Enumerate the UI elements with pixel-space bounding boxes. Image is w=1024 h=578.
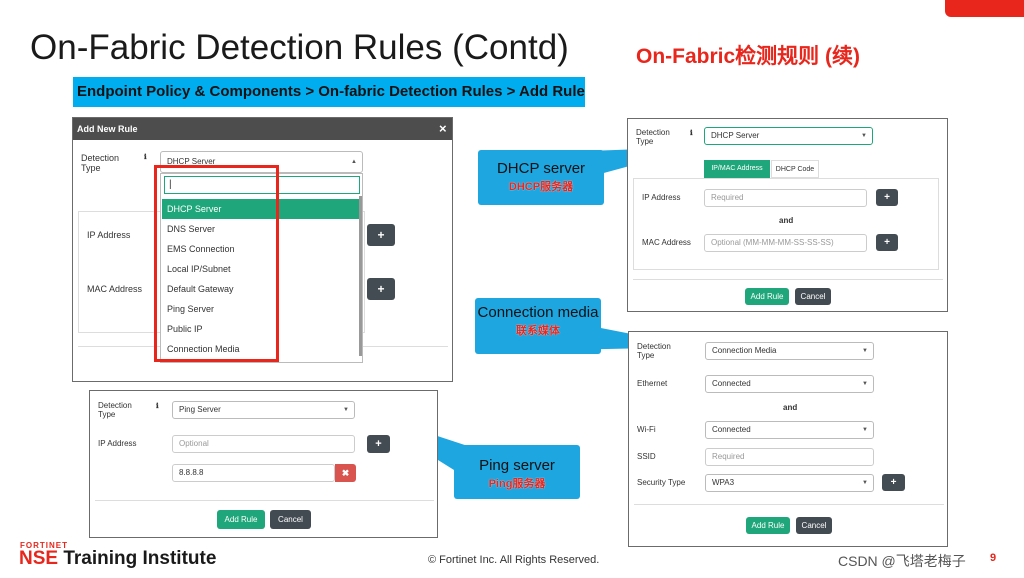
- close-icon[interactable]: ×: [439, 121, 447, 136]
- security-type-select[interactable]: WPA3 ▼: [705, 474, 874, 492]
- mac-address-label: MAC Address: [87, 284, 143, 294]
- chevron-down-icon: ▼: [861, 133, 867, 139]
- training-institute-text: Training Institute: [63, 548, 217, 569]
- detection-type-value: DHCP Server: [711, 131, 760, 140]
- chevron-down-icon: ▼: [862, 348, 868, 354]
- ip-address-input[interactable]: Optional: [172, 435, 355, 453]
- dhcp-callout-text: DHCP server: [496, 160, 586, 177]
- mac-address-label: MAC Address: [642, 238, 691, 247]
- detection-type-label: Detection Type: [637, 342, 671, 360]
- chevron-down-icon: ▼: [862, 381, 868, 387]
- ping-callout: Ping server Ping服务器: [454, 445, 580, 499]
- ip-entry-field[interactable]: 8.8.8.8: [172, 464, 335, 482]
- ping-callout-cn: Ping服务器: [488, 478, 546, 490]
- connection-media-panel: Detection Type Connection Media ▼ Ethern…: [628, 331, 948, 547]
- detection-type-select[interactable]: Connection Media ▼: [705, 342, 874, 360]
- add-ip-button[interactable]: +: [367, 224, 395, 246]
- add-rule-button[interactable]: Add Rule: [217, 510, 265, 529]
- info-icon: ℹ: [690, 130, 693, 137]
- detection-type-select[interactable]: Ping Server ▼: [172, 401, 355, 419]
- panel-divider: [633, 279, 943, 280]
- info-icon: ℹ: [144, 154, 147, 161]
- chevron-down-icon: ▼: [862, 427, 868, 433]
- detection-type-select[interactable]: DHCP Server ▼: [704, 127, 873, 145]
- dialog-title: Add New Rule: [77, 124, 138, 134]
- ip-address-input[interactable]: Required: [704, 189, 867, 207]
- chevron-down-icon: ▼: [862, 480, 868, 486]
- wifi-value: Connected: [712, 425, 751, 434]
- watermark: CSDN @飞塔老梅子: [838, 553, 966, 569]
- cancel-button[interactable]: Cancel: [270, 510, 311, 529]
- ping-callout-text: Ping server: [479, 457, 555, 474]
- conn-callout-cn: 联系媒体: [516, 325, 560, 337]
- tab-dhcp-code[interactable]: DHCP Code: [771, 160, 819, 178]
- chevron-down-icon: ▼: [343, 407, 349, 413]
- dhcp-callout: DHCP server DHCP服务器: [478, 150, 604, 205]
- ethernet-value: Connected: [712, 379, 751, 388]
- info-icon: ℹ: [156, 403, 159, 410]
- remove-ip-button[interactable]: ✖: [335, 464, 356, 482]
- security-type-label: Security Type: [637, 478, 686, 487]
- cancel-button[interactable]: Cancel: [795, 288, 831, 305]
- conn-callout-text: Connection media: [477, 304, 599, 321]
- detection-type-value: Ping Server: [179, 405, 221, 414]
- dhcp-rule-panel: Detection Type ℹ DHCP Server ▼ IP/MAC Ad…: [627, 118, 948, 312]
- add-rule-button[interactable]: Add Rule: [746, 517, 790, 534]
- ping-rule-panel: Detection Type ℹ Ping Server ▼ IP Addres…: [89, 390, 438, 538]
- connection-media-callout: Connection media 联系媒体: [475, 298, 601, 354]
- ip-address-label: IP Address: [642, 193, 681, 202]
- detection-type-label: Detection Type: [636, 128, 670, 146]
- dhcp-callout-cn: DHCP服务器: [508, 181, 574, 193]
- panel-divider: [95, 500, 434, 501]
- add-mac-button[interactable]: +: [367, 278, 395, 300]
- tab-ip-mac-address[interactable]: IP/MAC Address: [704, 160, 770, 178]
- copyright: © Fortinet Inc. All Rights Reserved.: [428, 554, 600, 566]
- add-security-type-button[interactable]: +: [882, 474, 905, 491]
- and-label: and: [779, 216, 794, 225]
- cancel-button[interactable]: Cancel: [796, 517, 832, 534]
- detection-type-label: Detection Type: [81, 153, 120, 173]
- add-rule-button[interactable]: Add Rule: [745, 288, 789, 305]
- wifi-label: Wi-Fi: [637, 425, 656, 434]
- detection-type-value: Connection Media: [712, 346, 777, 355]
- add-rule-dialog: Add New Rule × Detection Type ℹ DHCP Ser…: [72, 117, 453, 382]
- nse-training-logo: NSE Training Institute: [19, 548, 216, 570]
- panel-divider: [634, 504, 944, 505]
- ethernet-select[interactable]: Connected ▼: [705, 375, 874, 393]
- wifi-select[interactable]: Connected ▼: [705, 421, 874, 439]
- chevron-up-icon: ▲: [351, 159, 357, 165]
- add-ip-button[interactable]: +: [367, 435, 390, 453]
- page-number: 9: [990, 552, 997, 564]
- add-mac-button[interactable]: +: [876, 234, 898, 251]
- ip-address-label: IP Address: [87, 230, 131, 240]
- detection-type-label: Detection Type: [98, 401, 132, 419]
- mac-address-input[interactable]: Optional (MM-MM-MM-SS-SS-SS): [704, 234, 867, 252]
- ssid-input[interactable]: Required: [705, 448, 874, 466]
- ethernet-label: Ethernet: [637, 379, 668, 388]
- ssid-label: SSID: [637, 452, 656, 461]
- security-type-value: WPA3: [712, 478, 735, 487]
- ip-address-label: IP Address: [98, 439, 137, 448]
- highlight-box: [154, 165, 279, 362]
- dropdown-scrollbar[interactable]: [359, 196, 362, 356]
- add-ip-button[interactable]: +: [876, 189, 898, 206]
- and-label: and: [783, 403, 798, 412]
- nse-text: NSE: [19, 548, 59, 569]
